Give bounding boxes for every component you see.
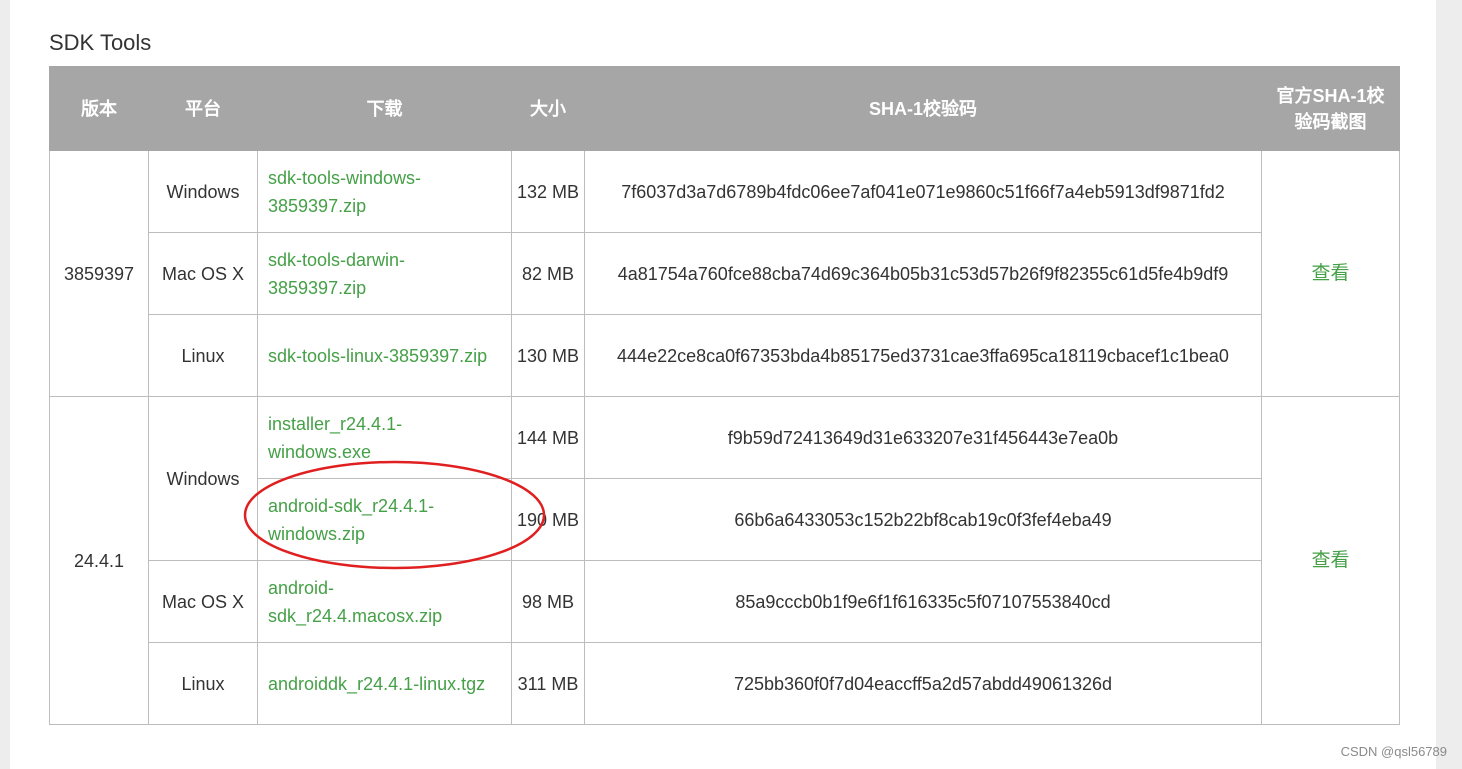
table-row: Linux sdk-tools-linux-3859397.zip 130 MB… bbox=[50, 314, 1400, 397]
platform-cell: Windows bbox=[148, 396, 258, 561]
download-cell: android-sdk_r24.4.1-windows.zip bbox=[257, 478, 512, 561]
section-title: SDK Tools bbox=[49, 30, 152, 55]
header-platform: 平台 bbox=[148, 66, 258, 151]
version-cell: 24.4.1 bbox=[49, 396, 149, 725]
download-link[interactable]: android-sdk_r24.4.macosx.zip bbox=[268, 578, 442, 626]
table-header-row: 版本 平台 下载 大小 SHA-1校验码 官方SHA-1校验码截图 bbox=[49, 66, 1400, 151]
size-cell: 311 MB bbox=[511, 642, 585, 725]
sha1-cell: f9b59d72413649d31e633207e31f456443e7ea0b bbox=[584, 396, 1262, 479]
screenshot-cell: 查看 bbox=[1261, 150, 1400, 397]
size-cell: 98 MB bbox=[511, 560, 585, 643]
header-size: 大小 bbox=[511, 66, 585, 151]
view-screenshot-link[interactable]: 查看 bbox=[1311, 263, 1349, 284]
platform-cell: Windows bbox=[148, 150, 258, 233]
size-cell: 132 MB bbox=[511, 150, 585, 233]
view-screenshot-link[interactable]: 查看 bbox=[1311, 550, 1349, 571]
download-link[interactable]: sdk-tools-darwin-3859397.zip bbox=[268, 250, 405, 298]
sha1-cell: 66b6a6433053c152b22bf8cab19c0f3fef4eba49 bbox=[584, 478, 1262, 561]
size-cell: 130 MB bbox=[511, 314, 585, 397]
watermark: CSDN @qsl56789 bbox=[1340, 744, 1447, 759]
table-row: Mac OS X android-sdk_r24.4.macosx.zip 98… bbox=[50, 560, 1400, 643]
download-cell: sdk-tools-windows-3859397.zip bbox=[257, 150, 512, 233]
sha1-cell: 444e22ce8ca0f67353bda4b85175ed3731cae3ff… bbox=[584, 314, 1262, 397]
header-version: 版本 bbox=[49, 66, 149, 151]
size-cell: 82 MB bbox=[511, 232, 585, 315]
header-sha1: SHA-1校验码 bbox=[584, 66, 1262, 151]
sha1-cell: 725bb360f0f7d04eaccff5a2d57abdd49061326d bbox=[584, 642, 1262, 725]
screenshot-cell: 查看 bbox=[1261, 396, 1400, 725]
header-download: 下载 bbox=[257, 66, 512, 151]
sha1-cell: 4a81754a760fce88cba74d69c364b05b31c53d57… bbox=[584, 232, 1262, 315]
sha1-cell: 7f6037d3a7d6789b4fdc06ee7af041e071e9860c… bbox=[584, 150, 1262, 233]
download-link[interactable]: installer_r24.4.1-windows.exe bbox=[268, 414, 402, 462]
download-cell: installer_r24.4.1-windows.exe bbox=[257, 396, 512, 479]
download-cell: android-sdk_r24.4.macosx.zip bbox=[257, 560, 512, 643]
platform-cell: Mac OS X bbox=[148, 232, 258, 315]
download-cell: androiddk_r24.4.1-linux.tgz bbox=[257, 642, 512, 725]
download-cell: sdk-tools-linux-3859397.zip bbox=[257, 314, 512, 397]
platform-cell: Linux bbox=[148, 642, 258, 725]
download-link[interactable]: sdk-tools-windows-3859397.zip bbox=[268, 168, 421, 216]
table-row: Linux androiddk_r24.4.1-linux.tgz 311 MB… bbox=[50, 642, 1400, 725]
table-row: 24.4.1 Windows installer_r24.4.1-windows… bbox=[49, 396, 1400, 725]
platform-cell: Linux bbox=[148, 314, 258, 397]
header-screenshot: 官方SHA-1校验码截图 bbox=[1261, 66, 1400, 151]
download-cell: sdk-tools-darwin-3859397.zip bbox=[257, 232, 512, 315]
table-row: 3859397 Windows sdk-tools-windows-385939… bbox=[49, 150, 1400, 397]
table-row: Mac OS X sdk-tools-darwin-3859397.zip 82… bbox=[50, 232, 1400, 315]
sdk-download-table: 版本 平台 下载 大小 SHA-1校验码 官方SHA-1校验码截图 385939… bbox=[49, 66, 1400, 725]
download-link[interactable]: sdk-tools-linux-3859397.zip bbox=[268, 346, 487, 366]
download-link[interactable]: android-sdk_r24.4.1-windows.zip bbox=[268, 496, 434, 544]
download-link[interactable]: androiddk_r24.4.1-linux.tgz bbox=[268, 674, 485, 694]
size-cell: 144 MB bbox=[511, 396, 585, 479]
version-cell: 3859397 bbox=[49, 150, 149, 397]
platform-cell: Mac OS X bbox=[148, 560, 258, 643]
size-cell: 190 MB bbox=[511, 478, 585, 561]
sha1-cell: 85a9cccb0b1f9e6f1f616335c5f07107553840cd bbox=[584, 560, 1262, 643]
content-panel: SDK Tools 版本 平台 下载 大小 SHA-1校验码 官方SHA-1校验… bbox=[10, 0, 1436, 769]
